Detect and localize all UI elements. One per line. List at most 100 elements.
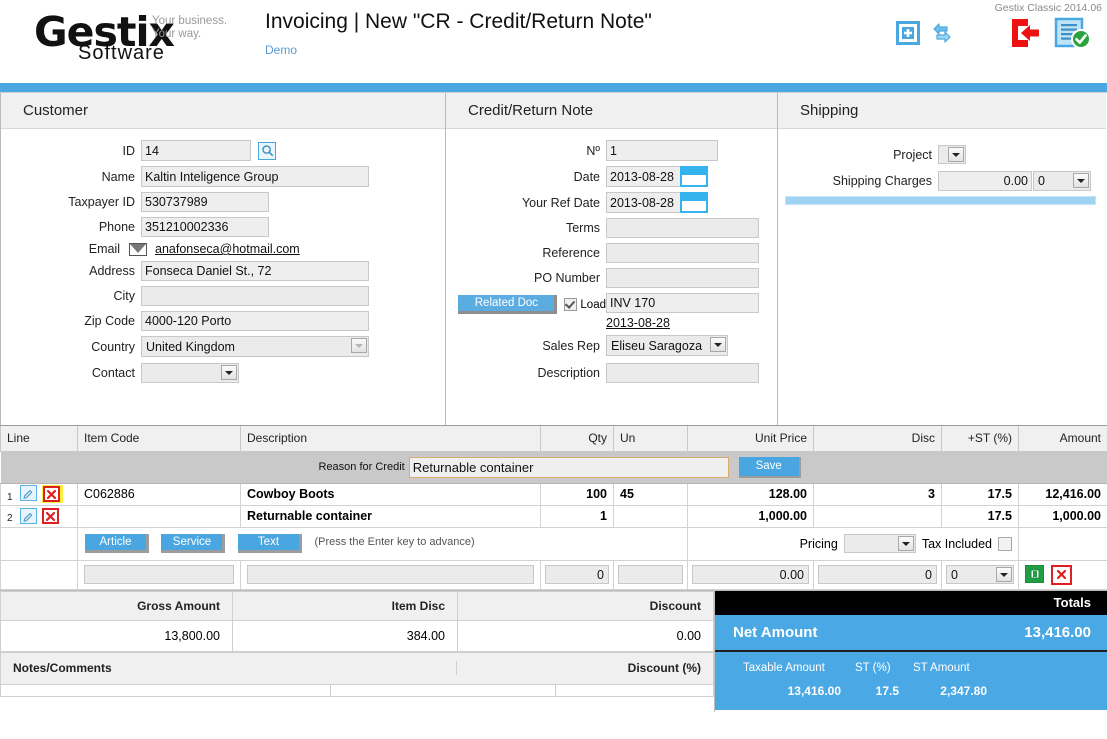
cell-item-code[interactable] [77, 504, 241, 528]
net-amount-value: 13,416.00 [1024, 623, 1091, 641]
chevron-down-icon[interactable] [996, 567, 1012, 582]
chevron-down-icon[interactable] [897, 536, 914, 551]
chevron-down-icon[interactable] [1073, 173, 1089, 188]
cell-st[interactable]: 17.5 [941, 482, 1019, 506]
related-doc-input[interactable] [606, 293, 759, 313]
edit-icon[interactable] [20, 508, 38, 524]
related-doc-button[interactable]: Related Doc [458, 295, 558, 314]
pricing-select[interactable] [843, 534, 916, 553]
cell-st[interactable]: 17.5 [941, 504, 1019, 528]
customer-panel: Customer ID Name [0, 93, 446, 425]
notes-comments-label: Notes/Comments [13, 661, 112, 675]
delete-icon[interactable] [42, 508, 60, 524]
enter-key-hint: (Press the Enter key to advance) [314, 536, 475, 548]
confirm-line-icon[interactable] [1025, 565, 1044, 583]
terms-input[interactable] [606, 218, 759, 238]
shipping-charges-input[interactable] [938, 171, 1032, 191]
cell-unit-price[interactable]: 1,000.00 [687, 504, 814, 528]
cell-qty[interactable]: 1 [540, 504, 614, 528]
phone-input[interactable] [141, 217, 269, 237]
chevron-down-icon[interactable] [948, 147, 964, 162]
page-title: Invoicing | New "CR - Credit/Return Note… [265, 10, 652, 33]
reference-input[interactable] [606, 243, 759, 263]
cell-item-code[interactable]: C062886 [77, 482, 241, 506]
add-article-button[interactable]: Article [85, 534, 149, 553]
delete-icon[interactable] [43, 486, 61, 502]
country-select[interactable]: United Kingdom [141, 336, 369, 357]
zip-code-input[interactable] [141, 311, 369, 331]
document-validate-icon[interactable] [1054, 17, 1092, 52]
cell-disc[interactable]: 3 [813, 482, 942, 506]
cell-amount[interactable]: 12,416.00 [1018, 482, 1107, 506]
cell-unit-price[interactable]: 128.00 [687, 482, 814, 506]
po-number-input[interactable] [606, 268, 759, 288]
add-text-button[interactable]: Text [237, 534, 302, 553]
reason-for-credit-input[interactable] [408, 456, 729, 478]
date-input[interactable] [606, 166, 681, 187]
line-cell: 1 [0, 482, 78, 506]
shipping-tax-select[interactable]: 0 [1033, 171, 1091, 191]
label-taxpayer-id: Taxpayer ID [68, 195, 135, 209]
chevron-down-icon[interactable] [351, 338, 367, 353]
calendar-icon[interactable] [680, 166, 708, 187]
taxpayer-id-input[interactable] [141, 192, 269, 212]
save-button[interactable]: Save [738, 456, 801, 478]
label-customer-name: Name [101, 169, 135, 184]
entry-description-input[interactable] [247, 565, 534, 584]
title-block: Invoicing | New "CR - Credit/Return Note… [265, 10, 652, 57]
search-icon[interactable] [258, 141, 276, 160]
cell-disc[interactable] [813, 504, 942, 528]
field-row-your-ref-date: Your Ref Date [446, 192, 777, 213]
add-new-icon[interactable] [896, 21, 920, 48]
cell-un[interactable] [613, 504, 688, 528]
related-doc-date-link[interactable]: 2013-08-28 [606, 316, 759, 330]
chevron-down-icon[interactable] [221, 365, 237, 380]
cell-description[interactable]: Returnable container [240, 504, 541, 528]
cell-qty[interactable]: 100 [540, 482, 614, 506]
entry-item-code-input[interactable] [84, 565, 234, 584]
st-amount-label: ST Amount [913, 661, 970, 674]
your-ref-date-input[interactable] [606, 192, 681, 213]
city-input[interactable] [141, 286, 369, 306]
contact-select[interactable] [141, 363, 239, 383]
address-input[interactable] [141, 261, 369, 281]
invoicing-page: Gestix Software Your business. Your way.… [0, 0, 1107, 739]
sales-rep-select[interactable]: Eliseu Saragoza [606, 335, 728, 356]
cancel-line-icon[interactable] [1051, 564, 1073, 585]
cell-un[interactable]: 45 [613, 482, 688, 506]
chevron-down-icon[interactable] [710, 337, 726, 352]
st-pct-label: ST (%) [855, 661, 891, 674]
field-row-project: Project [778, 145, 1106, 164]
cell-amount[interactable]: 1,000.00 [1018, 504, 1107, 528]
exit-back-icon[interactable] [1008, 17, 1042, 52]
demo-link[interactable]: Demo [265, 43, 652, 57]
entry-unit-price-input[interactable] [692, 565, 809, 584]
refresh-exchange-icon[interactable] [930, 21, 954, 48]
description-input[interactable] [606, 363, 759, 383]
notes-input-area[interactable] [0, 684, 331, 697]
customer-id-input[interactable] [141, 140, 251, 161]
st-pct-value: 17.5 [875, 683, 899, 698]
note-number-input[interactable] [606, 140, 718, 161]
entry-un-input[interactable] [618, 565, 683, 584]
tax-included-checkbox[interactable] [998, 536, 1012, 551]
edit-icon[interactable] [20, 485, 38, 501]
discount-pct-input-area[interactable] [556, 684, 714, 697]
calendar-icon[interactable] [680, 192, 708, 213]
load-checkbox[interactable] [564, 298, 578, 311]
label-city: City [113, 289, 135, 303]
col-unit-price: Unit Price [687, 426, 814, 452]
customer-email-link[interactable]: anafonseca@hotmail.com [155, 242, 300, 256]
entry-disc-input[interactable] [818, 565, 937, 584]
field-row-related-doc: Related Doc Load 2013-08-28 [446, 293, 777, 330]
field-row-address: Address [1, 261, 445, 281]
add-service-button[interactable]: Service [161, 534, 226, 553]
new-line-entry-row: 0 [0, 559, 1107, 590]
cell-description[interactable]: Cowboy Boots [240, 482, 541, 506]
entry-st-select[interactable]: 0 [946, 565, 1014, 584]
field-row-email: Email anafonseca@hotmail.com [1, 242, 445, 256]
project-select[interactable] [938, 145, 966, 164]
summary-table: Gross Amount Item Disc Discount 13,800.0… [0, 590, 714, 652]
entry-qty-input[interactable] [545, 565, 609, 584]
customer-name-input[interactable] [141, 166, 369, 187]
